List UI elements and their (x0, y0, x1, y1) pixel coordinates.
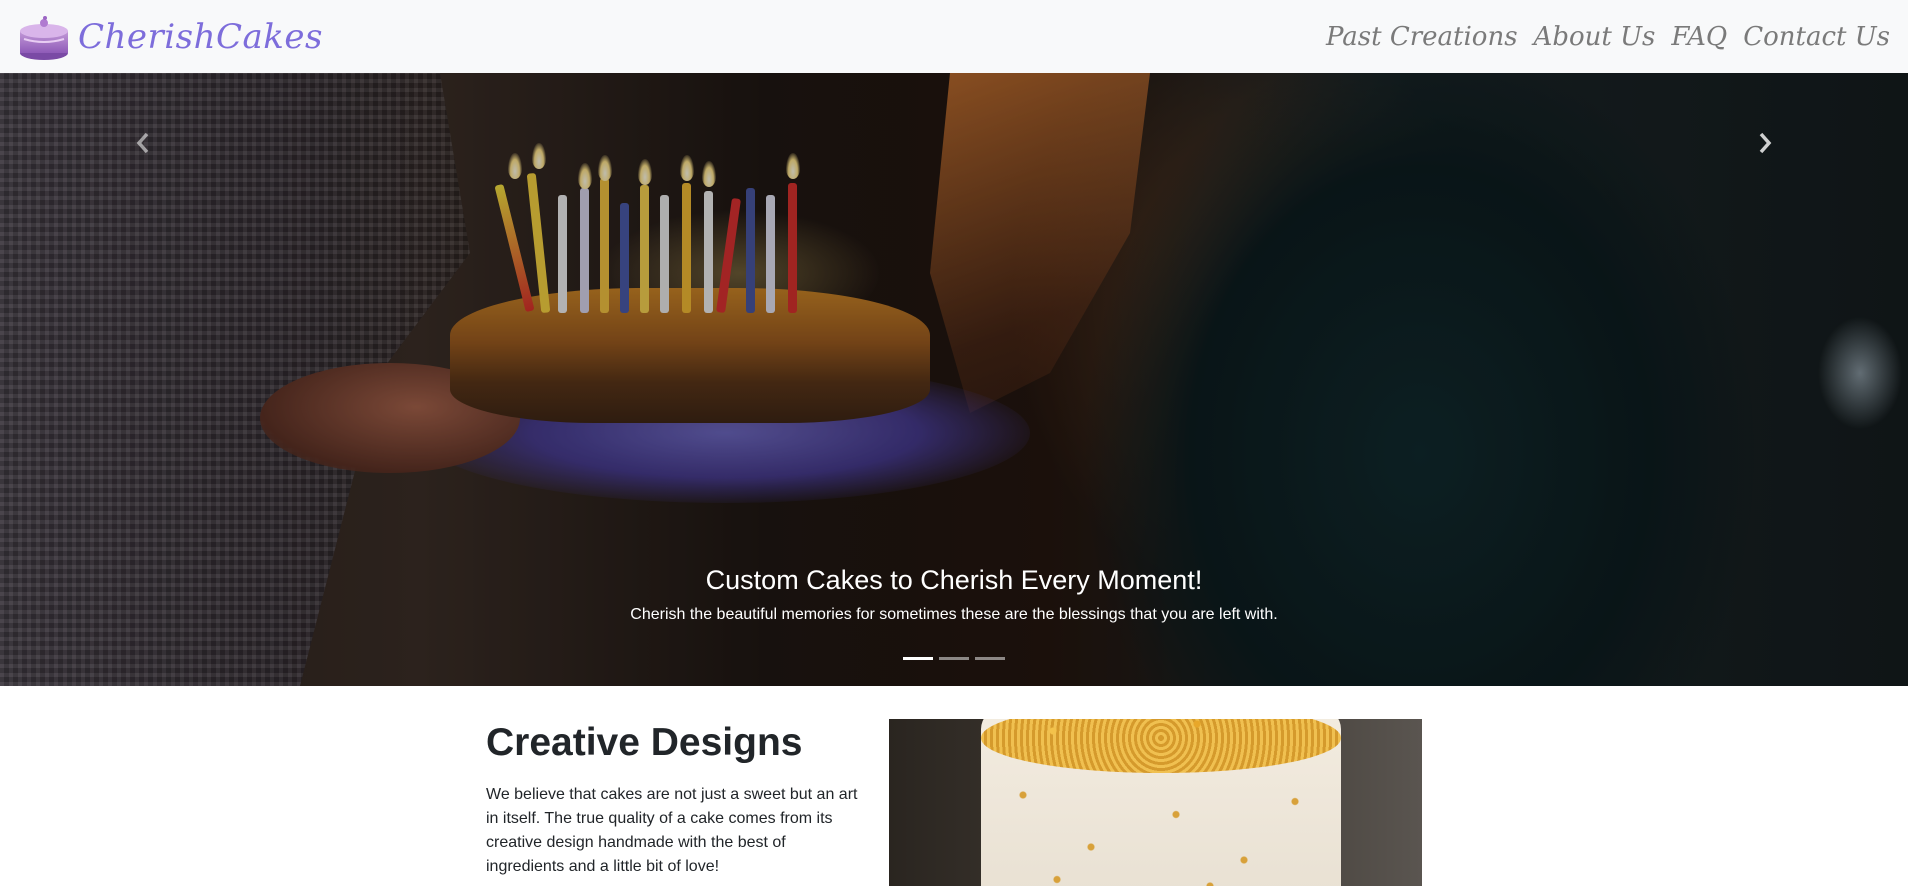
carousel-indicator-3[interactable] (975, 657, 1005, 660)
nav-links: Past Creations About Us FAQ Contact Us (1326, 22, 1890, 52)
carousel-indicator-2[interactable] (939, 657, 969, 660)
chevron-right-icon (1759, 132, 1772, 154)
nav-link-about-us[interactable]: About Us (1534, 22, 1656, 52)
creative-designs-image (889, 719, 1422, 886)
carousel-next-button[interactable] (1745, 123, 1785, 163)
cake-icon (20, 15, 68, 60)
nav-link-past-creations[interactable]: Past Creations (1326, 22, 1518, 52)
carousel-caption-title: Custom Cakes to Cherish Every Moment! (705, 565, 1203, 595)
carousel-indicator-1[interactable] (903, 657, 933, 660)
hero-carousel: Custom Cakes to Cherish Every Moment! Ch… (0, 73, 1908, 686)
carousel-indicators (0, 657, 1908, 660)
nav-link-faq[interactable]: FAQ (1671, 22, 1727, 52)
navbar: CherishCakes Past Creations About Us FAQ… (0, 0, 1908, 73)
brand-link[interactable]: CherishCakes (18, 13, 323, 61)
chevron-left-icon (136, 132, 149, 154)
feature-cake-sprinkles (989, 769, 1329, 886)
carousel-caption: Custom Cakes to Cherish Every Moment! Ch… (0, 565, 1908, 624)
section-text: We believe that cakes are not just a swe… (486, 786, 858, 875)
nav-link-contact-us[interactable]: Contact Us (1743, 22, 1890, 52)
carousel-prev-button[interactable] (123, 123, 163, 163)
brand-name: CherishCakes (78, 16, 323, 57)
carousel-caption-text: Cherish the beautiful memories for somet… (630, 606, 1278, 623)
